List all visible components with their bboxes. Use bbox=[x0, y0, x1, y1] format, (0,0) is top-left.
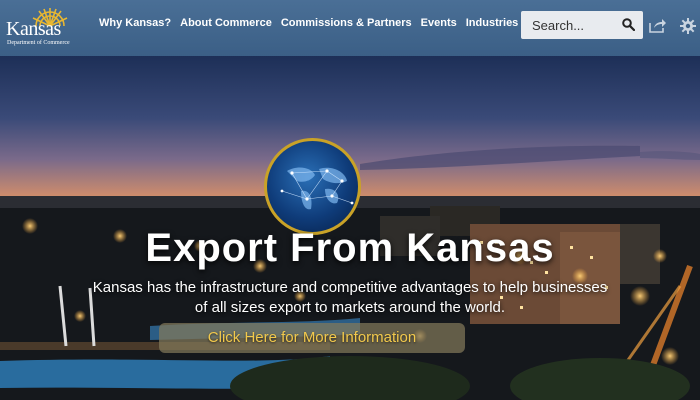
kansas-commerce-logo[interactable]: Kansas Department of Commerce bbox=[4, 6, 72, 48]
nav-events[interactable]: Events bbox=[421, 16, 457, 30]
search-input[interactable] bbox=[532, 17, 616, 33]
logo-wordmark: Kansas bbox=[6, 18, 61, 40]
gear-icon[interactable] bbox=[680, 18, 696, 34]
logo-subtitle: Department of Commerce bbox=[7, 40, 70, 46]
search-box bbox=[521, 11, 643, 39]
hero-tagline-line-2: of all sizes export to markets around th… bbox=[194, 299, 506, 316]
share-icon[interactable] bbox=[649, 18, 666, 33]
nav-why-kansas[interactable]: Why Kansas? bbox=[99, 16, 171, 30]
nav-industries[interactable]: Industries bbox=[466, 16, 519, 30]
more-info-button[interactable]: Click Here for More Information bbox=[159, 323, 465, 353]
site-header: Kansas Department of Commerce Why Kansas… bbox=[0, 0, 700, 56]
hero-headline: Export From Kansas bbox=[145, 226, 555, 270]
nav-about-commerce[interactable]: About Commerce bbox=[180, 16, 272, 30]
world-network-globe-image bbox=[264, 138, 361, 235]
hero-banner: Export From Kansas Kansas has the infras… bbox=[0, 56, 700, 400]
search-icon[interactable] bbox=[622, 18, 635, 31]
hero-tagline-line-1: Kansas has the infrastructure and compet… bbox=[92, 279, 608, 296]
nav-commissions-partners[interactable]: Commissions & Partners bbox=[281, 16, 412, 30]
main-nav: Why Kansas? About Commerce Commissions &… bbox=[99, 16, 518, 30]
hero-tagline: Kansas has the infrastructure and compet… bbox=[40, 278, 660, 318]
